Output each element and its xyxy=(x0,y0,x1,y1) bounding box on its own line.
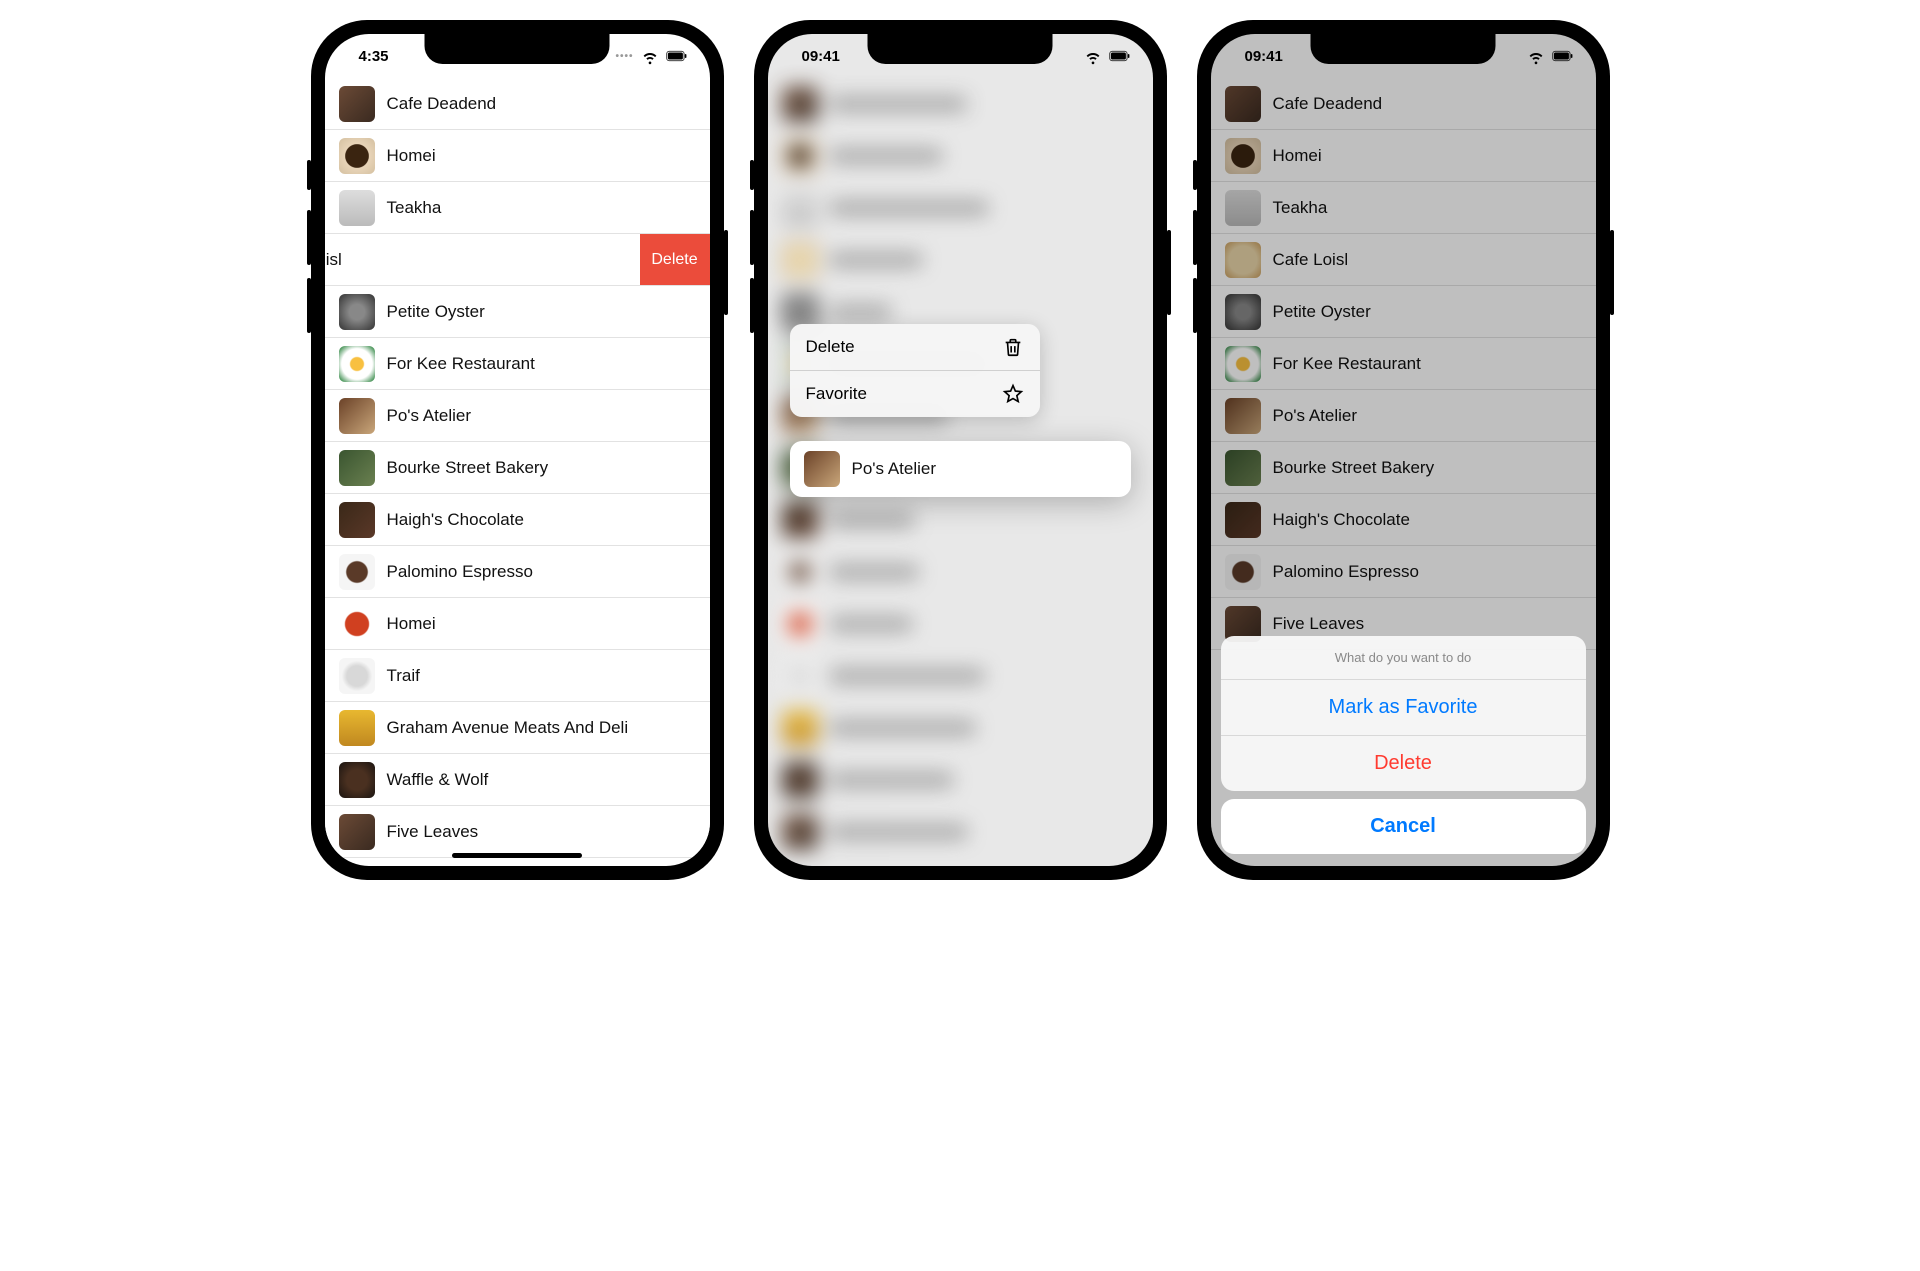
notch xyxy=(425,34,610,64)
table-row[interactable]: Graham Avenue Meats And Deli xyxy=(325,702,710,754)
action-delete-button[interactable]: Delete xyxy=(1221,736,1586,791)
context-delete-label: Delete xyxy=(806,337,855,357)
restaurant-thumb xyxy=(339,554,375,590)
battery-icon xyxy=(666,45,688,67)
restaurant-name: Waffle & Wolf xyxy=(387,770,489,790)
restaurant-thumb xyxy=(339,762,375,798)
phone-context-menu: 09:41 Delete Favorite Po's Atelier xyxy=(754,20,1167,880)
restaurant-thumb xyxy=(804,451,840,487)
restaurant-thumb xyxy=(339,294,375,330)
restaurant-name: Haigh's Chocolate xyxy=(387,510,524,530)
restaurant-name: Homei xyxy=(387,146,436,166)
restaurant-thumb xyxy=(339,346,375,382)
battery-icon xyxy=(1109,45,1131,67)
phone-action-sheet: 09:41 Cafe DeadendHomeiTeakhaCafe LoislP… xyxy=(1197,20,1610,880)
notch xyxy=(1311,34,1496,64)
cellular-dots-icon: •••• xyxy=(615,51,633,62)
table-row[interactable]: Bourke Street Bakery xyxy=(325,442,710,494)
table-row[interactable]: Homei xyxy=(325,598,710,650)
action-cancel-button[interactable]: Cancel xyxy=(1221,799,1586,854)
status-time: 09:41 xyxy=(790,48,840,65)
action-sheet: What do you want to do Mark as Favorite … xyxy=(1221,636,1586,854)
restaurant-name: Traif xyxy=(387,666,420,686)
restaurant-name: Homei xyxy=(387,614,436,634)
restaurant-name: Five Leaves xyxy=(387,822,479,842)
status-icons: •••• xyxy=(615,45,687,67)
restaurant-name: Po's Atelier xyxy=(852,459,937,479)
restaurant-name: Bourke Street Bakery xyxy=(387,458,549,478)
restaurant-thumb xyxy=(339,450,375,486)
context-favorite-item[interactable]: Favorite xyxy=(790,371,1040,417)
phone-swipe-delete: 4:35 •••• Cafe Deadend Homei Teakha afe Loi… xyxy=(311,20,724,880)
table-row[interactable]: Po's Atelier xyxy=(325,390,710,442)
context-menu: Delete Favorite xyxy=(790,324,1040,417)
swipe-delete-button[interactable]: Delete xyxy=(640,234,710,285)
restaurant-thumb xyxy=(339,398,375,434)
table-row[interactable]: For Kee Restaurant xyxy=(325,338,710,390)
wifi-icon xyxy=(1082,45,1104,67)
context-favorite-label: Favorite xyxy=(806,384,867,404)
table-row[interactable]: Petite Oyster xyxy=(325,286,710,338)
restaurant-name: Teakha xyxy=(387,198,442,218)
table-row-swiped[interactable]: afe Loisl Delete xyxy=(325,234,710,286)
restaurant-thumb xyxy=(339,606,375,642)
restaurant-name: afe Loisl xyxy=(325,250,342,270)
restaurant-name: Palomino Espresso xyxy=(387,562,533,582)
notch xyxy=(868,34,1053,64)
status-icons xyxy=(1082,45,1131,67)
home-indicator[interactable] xyxy=(452,853,582,858)
wifi-icon xyxy=(639,45,661,67)
context-delete-item[interactable]: Delete xyxy=(790,324,1040,371)
action-sheet-title: What do you want to do xyxy=(1221,636,1586,680)
table-row[interactable]: Traif xyxy=(325,650,710,702)
restaurant-name: For Kee Restaurant xyxy=(387,354,535,374)
table-row[interactable]: Cafe Deadend xyxy=(325,78,710,130)
restaurant-name: Cafe Deadend xyxy=(387,94,497,114)
restaurant-name: Po's Atelier xyxy=(387,406,472,426)
table-row[interactable]: Waffle & Wolf xyxy=(325,754,710,806)
table-row[interactable]: Haigh's Chocolate xyxy=(325,494,710,546)
table-row[interactable]: Teakha xyxy=(325,182,710,234)
restaurant-name: Graham Avenue Meats And Deli xyxy=(387,718,629,738)
restaurant-thumb xyxy=(339,86,375,122)
star-icon xyxy=(1002,383,1024,405)
restaurant-thumb xyxy=(339,190,375,226)
restaurant-name: Petite Oyster xyxy=(387,302,485,322)
context-preview-row[interactable]: Po's Atelier xyxy=(790,441,1131,497)
action-favorite-button[interactable]: Mark as Favorite xyxy=(1221,680,1586,736)
status-time: 4:35 xyxy=(347,48,389,65)
trash-icon xyxy=(1002,336,1024,358)
restaurant-thumb xyxy=(339,502,375,538)
restaurant-thumb xyxy=(339,710,375,746)
restaurant-list[interactable]: Cafe Deadend Homei Teakha afe Loisl Delete Pe… xyxy=(325,78,710,858)
table-row[interactable]: Five Leaves xyxy=(325,806,710,858)
restaurant-thumb xyxy=(339,814,375,850)
restaurant-thumb xyxy=(339,658,375,694)
table-row[interactable]: Homei xyxy=(325,130,710,182)
restaurant-thumb xyxy=(339,138,375,174)
table-row[interactable]: Palomino Espresso xyxy=(325,546,710,598)
